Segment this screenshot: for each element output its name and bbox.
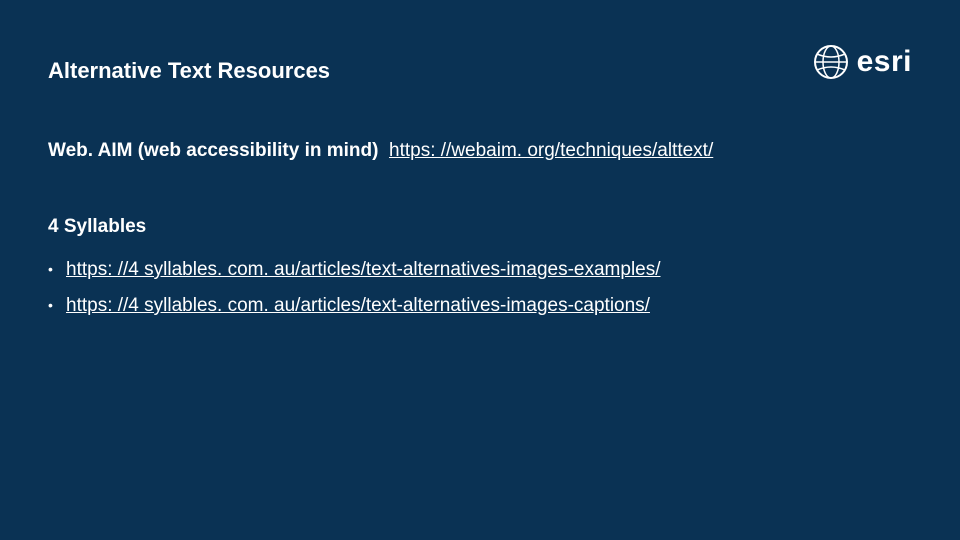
webaim-label: Web. AIM (web accessibility in mind) [48,140,378,161]
slide: esri Alternative Text Resources Web. AIM… [0,0,960,540]
list-item: https: //4 syllables. com. au/articles/t… [48,252,912,288]
slide-title: Alternative Text Resources [48,58,912,84]
brand-logo: esri [813,44,912,80]
resource-link-2[interactable]: https: //4 syllables. com. au/articles/t… [66,295,650,316]
section-heading: 4 Syllables [48,216,912,238]
webaim-line: Web. AIM (web accessibility in mind) htt… [48,140,912,162]
webaim-link[interactable]: https: //webaim. org/techniques/alttext/ [389,140,713,161]
resource-link-1[interactable]: https: //4 syllables. com. au/articles/t… [66,259,661,280]
globe-icon [813,44,849,80]
brand-text: esri [857,47,912,77]
list-item: https: //4 syllables. com. au/articles/t… [48,288,912,324]
link-list: https: //4 syllables. com. au/articles/t… [48,252,912,324]
